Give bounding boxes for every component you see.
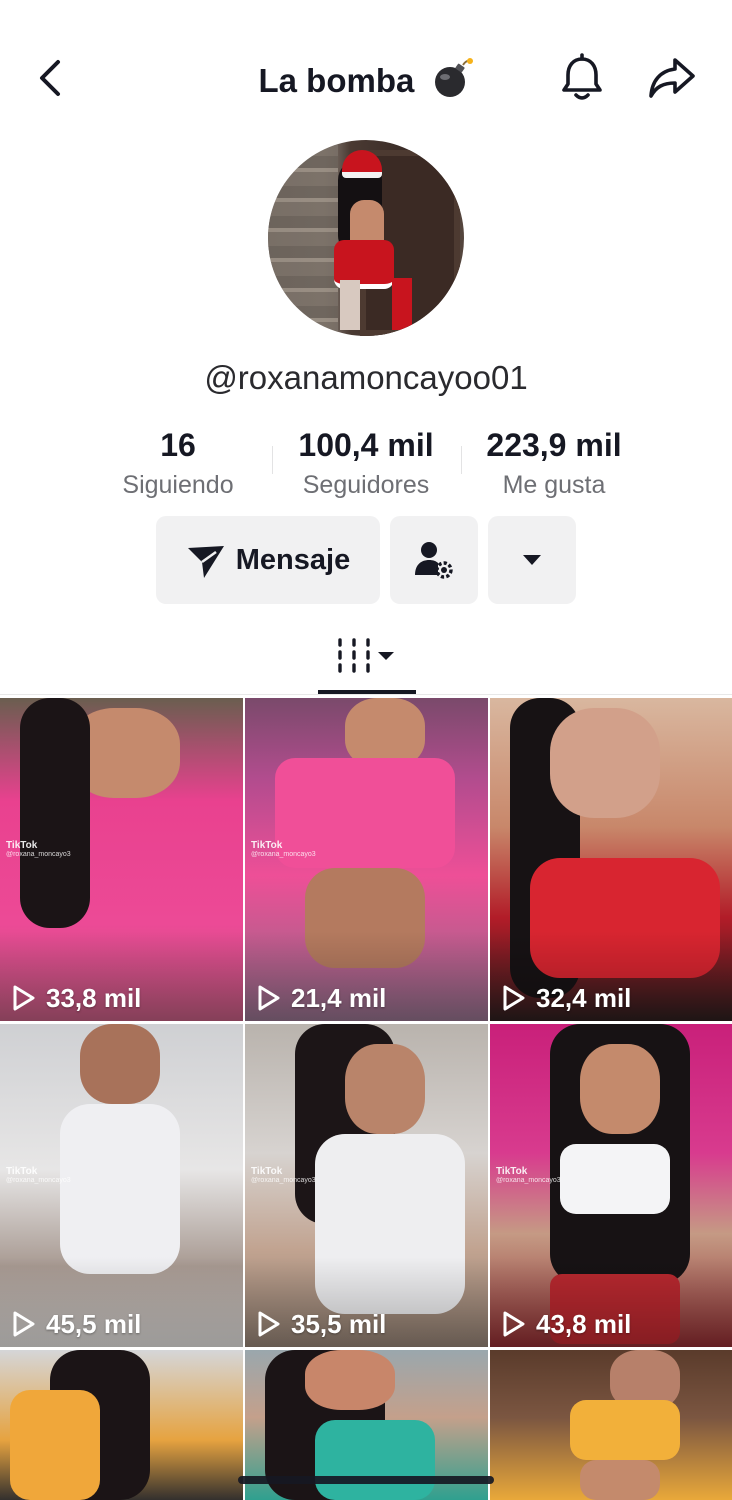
video-thumbnail[interactable]: TikTok @roxana_moncayo3 43,8 mil — [490, 1024, 732, 1347]
share-arrow-icon — [649, 58, 695, 98]
video-thumbnail[interactable]: TikTok @roxana_moncayo3 33,8 mil — [0, 698, 243, 1021]
video-thumbnail[interactable]: 32,4 mil — [490, 698, 732, 1021]
play-icon — [503, 985, 525, 1011]
play-icon — [13, 1311, 35, 1337]
video-thumbnail[interactable] — [490, 1350, 732, 1500]
view-count: 21,4 mil — [257, 983, 386, 1013]
following-stat[interactable]: 16 Siguiendo — [108, 424, 248, 504]
message-button[interactable]: Mensaje — [156, 516, 380, 604]
bomb-icon — [430, 56, 474, 111]
view-count: 45,5 mil — [12, 1309, 141, 1339]
play-icon — [258, 985, 280, 1011]
home-indicator[interactable] — [238, 1476, 494, 1484]
likes-stat[interactable]: 223,9 mil Me gusta — [468, 424, 640, 504]
user-gear-icon — [415, 542, 453, 579]
stat-divider — [461, 446, 462, 474]
top-bar: La bomba — [0, 0, 732, 130]
tab-videos[interactable] — [318, 630, 416, 682]
tiktok-watermark: TikTok @roxana_moncayo3 — [6, 1166, 71, 1184]
likes-count: 223,9 mil — [486, 427, 622, 463]
friend-settings-button[interactable] — [390, 516, 478, 604]
tiktok-watermark: TikTok @roxana_moncayo3 — [251, 1166, 316, 1184]
likes-label: Me gusta — [502, 471, 606, 499]
stat-divider — [272, 446, 273, 474]
avatar[interactable] — [268, 140, 464, 336]
caret-down-icon — [523, 555, 541, 565]
tab-divider — [0, 694, 732, 695]
send-icon — [187, 546, 224, 578]
play-icon — [503, 1311, 525, 1337]
tiktok-watermark: TikTok @roxana_moncayo3 — [251, 840, 316, 858]
profile-name: La bomba — [258, 62, 415, 100]
followers-label: Seguidores — [302, 471, 430, 499]
tiktok-watermark: TikTok @roxana_moncayo3 — [6, 840, 71, 858]
video-thumbnail[interactable]: TikTok @roxana_moncayo3 45,5 mil — [0, 1024, 243, 1347]
followers-stat[interactable]: 100,4 mil Seguidores — [280, 424, 452, 504]
profile-stats: 16 Siguiendo 100,4 mil Seguidores 223,9 … — [0, 424, 732, 504]
more-options-button[interactable] — [488, 516, 576, 604]
grid-videos-icon — [338, 638, 394, 673]
bell-icon — [562, 53, 602, 100]
tiktok-watermark: TikTok @roxana_moncayo3 — [496, 1166, 561, 1184]
share-button[interactable] — [642, 50, 702, 106]
video-thumbnail[interactable] — [0, 1350, 243, 1500]
view-count: 33,8 mil — [12, 983, 141, 1013]
view-count: 43,8 mil — [502, 1309, 631, 1339]
notifications-button[interactable] — [556, 50, 608, 106]
play-icon — [13, 985, 35, 1011]
video-thumbnail[interactable]: TikTok @roxana_moncayo3 35,5 mil — [245, 1024, 488, 1347]
username: @roxanamoncayoo01 — [204, 359, 528, 396]
profile-title: La bomba — [0, 56, 732, 111]
video-grid: TikTok @roxana_moncayo3 33,8 mil TikTok @r… — [0, 698, 732, 1500]
followers-count: 100,4 mil — [298, 427, 434, 463]
view-count: 35,5 mil — [257, 1309, 386, 1339]
following-count: 16 — [160, 427, 196, 463]
chevron-down-icon — [378, 652, 394, 660]
view-count: 32,4 mil — [502, 983, 631, 1013]
play-icon — [258, 1311, 280, 1337]
message-button-label: Mensaje — [235, 543, 351, 576]
video-thumbnail[interactable]: TikTok @roxana_moncayo3 21,4 mil — [245, 698, 488, 1021]
following-label: Siguiendo — [122, 471, 234, 499]
